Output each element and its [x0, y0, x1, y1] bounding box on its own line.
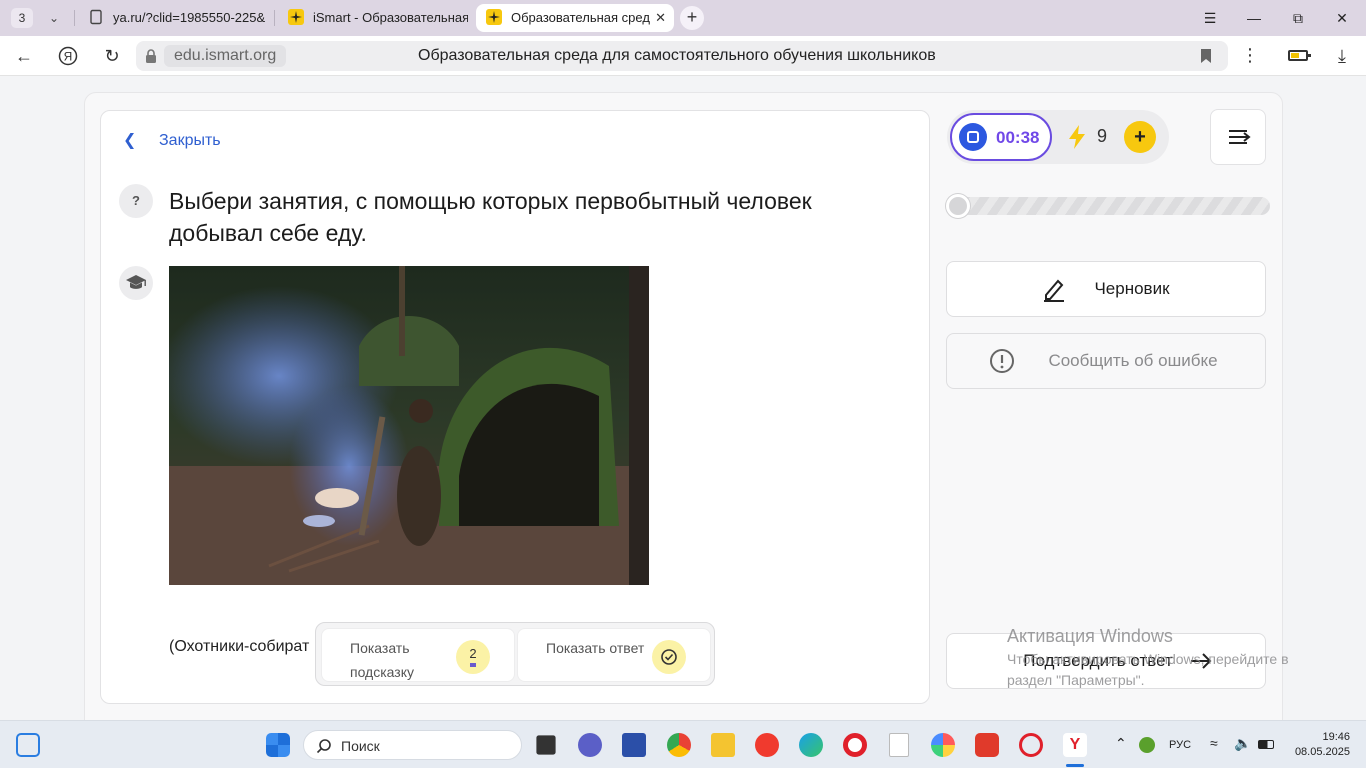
check-circle-icon	[652, 640, 686, 674]
file-explorer-icon[interactable]	[711, 733, 735, 757]
search-placeholder: Поиск	[341, 738, 380, 754]
graduation-cap-icon	[119, 266, 153, 300]
answer-option-text[interactable]: (Охотники-собират	[169, 636, 309, 658]
tab-list-chevron-icon[interactable]: ⌄	[42, 8, 66, 28]
report-error-label: Сообщить об ошибке	[1048, 351, 1218, 370]
chevron-left-icon: ❮	[123, 132, 137, 149]
reload-icon[interactable]: ↻	[99, 44, 125, 68]
close-label: Закрыть	[159, 132, 221, 149]
activation-title: Активация Windows	[1007, 626, 1173, 646]
tab-ismart[interactable]: iSmart - Образовательная	[278, 4, 468, 32]
ismart-logo-icon	[288, 9, 304, 25]
window-close-icon[interactable]: ✕	[1322, 6, 1362, 30]
windows-taskbar: Поиск Y ⌃ РУС ≈ 🔈 19:46 08.05.2025	[0, 720, 1366, 768]
clock-date: 08.05.2025	[1294, 746, 1350, 758]
domain-chip[interactable]: edu.ismart.org	[164, 45, 287, 67]
question-text: Выбери занятия, с помощью которых первоб…	[169, 188, 812, 246]
timer-value: 00:38	[996, 128, 1040, 147]
more-options-icon[interactable]: ⋮	[1240, 44, 1260, 68]
show-hint-button[interactable]: Показать подсказку 2	[321, 628, 515, 682]
colorful-app-icon[interactable]	[931, 733, 955, 757]
tab-close-icon[interactable]: ✕	[655, 4, 666, 32]
language-indicator[interactable]: РУС	[1169, 739, 1191, 751]
report-error-button[interactable]: Сообщить об ошибке	[946, 333, 1266, 389]
task-view-icon[interactable]	[536, 735, 556, 755]
question-badge: ?	[119, 184, 153, 218]
opera-gx-icon[interactable]	[1019, 733, 1043, 757]
progress-knob	[946, 194, 970, 218]
clock-time: 19:46	[1322, 731, 1350, 743]
status-pill: 00:38 9 +	[947, 110, 1169, 164]
lightbulb-icon: 2	[456, 640, 490, 674]
start-windows-icon[interactable]	[266, 733, 290, 757]
bookmark-icon[interactable]	[1200, 48, 1212, 64]
task-menu-button[interactable]	[1210, 109, 1266, 165]
tab-count-button[interactable]: 3	[11, 8, 33, 28]
svg-text:Я: Я	[64, 50, 73, 64]
timer[interactable]: 00:38	[950, 113, 1052, 161]
omnibox[interactable]: edu.ismart.org Образовательная среда для…	[136, 41, 1228, 71]
tab-label: iSmart - Образовательная	[313, 10, 468, 25]
document-icon	[90, 9, 102, 25]
tab-separator	[74, 10, 75, 26]
browser-menu-icon[interactable]: ☰	[1190, 6, 1230, 30]
teams-chat-icon[interactable]	[578, 733, 602, 757]
tab-active-edu[interactable]: Образовательная сред ✕	[476, 4, 674, 32]
blank-document-icon[interactable]	[889, 733, 909, 757]
minimize-icon[interactable]: —	[1234, 6, 1274, 30]
active-app-indicator	[1066, 764, 1084, 767]
page-title: Образовательная среда для самостоятельно…	[418, 47, 936, 64]
task-card: ❮ Закрыть ? Выбери занятия, с помощью кот…	[100, 110, 930, 704]
yandex-browser-icon[interactable]: Y	[1063, 733, 1087, 757]
opera-icon[interactable]	[843, 733, 867, 757]
tab-yandex[interactable]: ya.ru/?clid=1985550-225&	[78, 4, 268, 32]
hint-count: 2	[469, 646, 477, 661]
new-tab-plus-icon[interactable]: +	[680, 6, 704, 30]
task-progress-bar	[946, 194, 1270, 218]
lightning-icon	[1069, 125, 1085, 149]
taskbar-clock[interactable]: 19:46 08.05.2025	[1288, 730, 1350, 760]
show-answer-label: Показать ответ	[546, 640, 645, 656]
show-answer-button[interactable]: Показать ответ	[517, 628, 711, 682]
ismart-logo-icon	[486, 9, 502, 25]
wps-office-icon[interactable]	[975, 733, 999, 757]
yandex-logo-icon[interactable]: Я	[55, 44, 81, 68]
lock-icon	[146, 49, 156, 63]
tab-label: ya.ru/?clid=1985550-225&	[113, 10, 266, 25]
add-energy-button[interactable]: +	[1124, 121, 1156, 153]
download-icon[interactable]: ⤓	[1330, 44, 1354, 68]
yandex-app-icon[interactable]	[755, 733, 779, 757]
edge-icon[interactable]	[799, 733, 823, 757]
stop-icon[interactable]	[959, 123, 987, 151]
close-link[interactable]: ❮ Закрыть	[123, 131, 221, 151]
tab-separator	[274, 10, 275, 26]
restore-icon[interactable]: ⧉	[1278, 6, 1318, 30]
wifi-icon[interactable]: ≈	[1210, 735, 1218, 751]
address-bar: ← Я ↻ edu.ismart.org Образовательная сре…	[0, 36, 1366, 76]
taskbar-search[interactable]: Поиск	[303, 730, 522, 760]
task-photo	[169, 266, 649, 585]
activation-text: Чтобы активировать Windows, перейдите в …	[1007, 651, 1289, 688]
tray-chevron-up-icon[interactable]: ⌃	[1115, 735, 1127, 752]
widgets-icon[interactable]	[16, 733, 40, 757]
tray-app-icon[interactable]	[1139, 737, 1155, 753]
draft-label: Черновик	[1094, 279, 1170, 298]
back-arrow-icon[interactable]: ←	[11, 44, 37, 68]
search-icon	[316, 739, 331, 754]
battery-saver-icon[interactable]	[1288, 50, 1311, 61]
list-menu-icon	[1229, 130, 1251, 144]
draft-button[interactable]: Черновик	[946, 261, 1266, 317]
tab-label: Образовательная сред	[511, 10, 650, 25]
battery-icon[interactable]	[1258, 740, 1274, 749]
volume-icon[interactable]: 🔈	[1234, 735, 1251, 752]
hint-bar: Показать подсказку 2 Показать ответ	[315, 622, 715, 686]
chrome-icon[interactable]	[667, 733, 691, 757]
save-floppy-icon[interactable]	[622, 733, 646, 757]
windows-activation-watermark: Активация Windows Чтобы активировать Win…	[1007, 626, 1327, 691]
show-hint-label: Показать подсказку	[350, 640, 414, 680]
browser-tab-bar: 3 ⌄ ya.ru/?clid=1985550-225& iSmart - Об…	[0, 0, 1366, 36]
energy-count: 9	[1097, 126, 1108, 146]
